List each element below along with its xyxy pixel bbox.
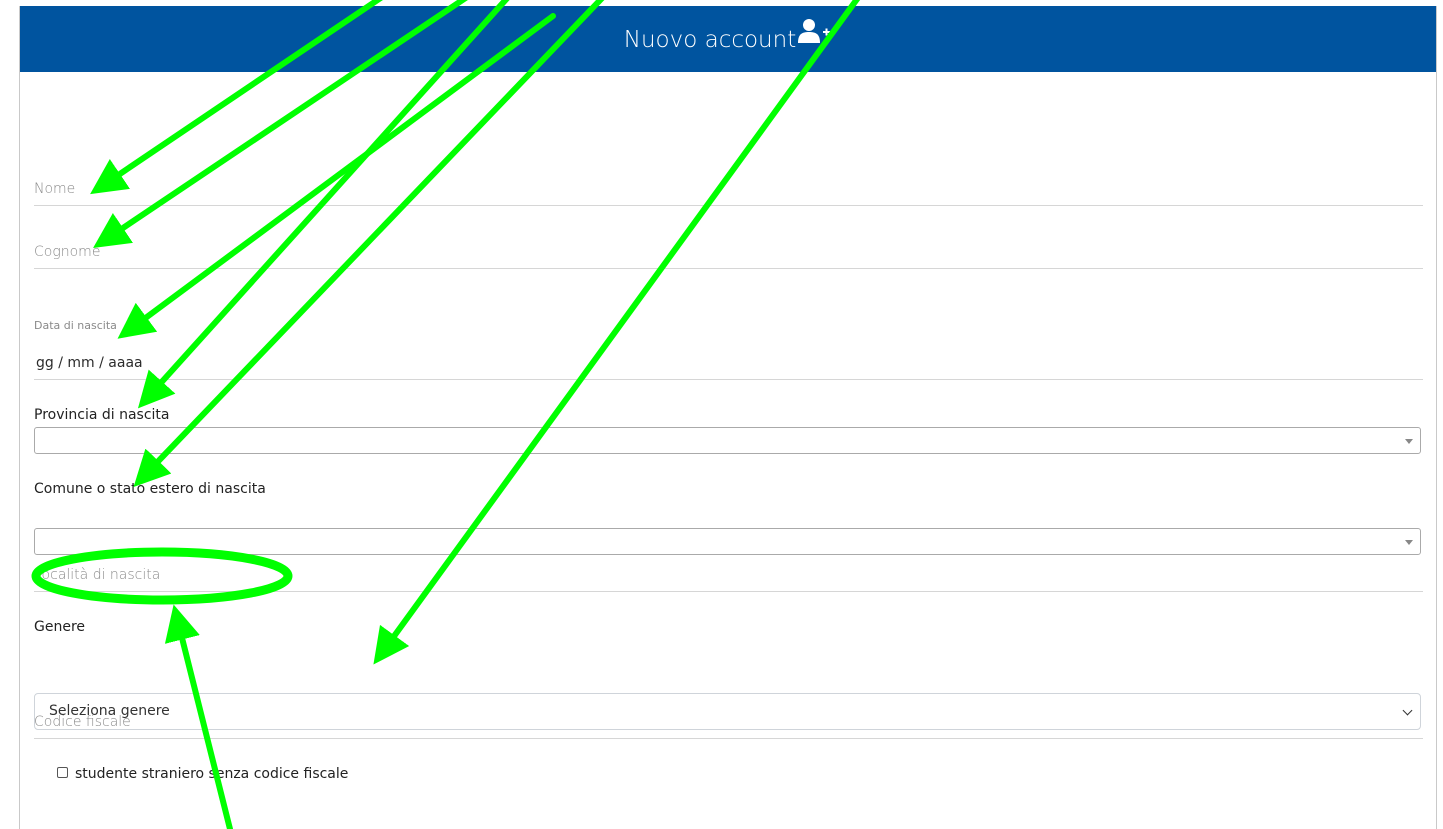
data-nascita-input[interactable]: gg / mm / aaaa bbox=[34, 355, 1423, 380]
genere-label: Genere bbox=[34, 619, 86, 635]
straniero-checkbox-row[interactable]: studente straniero senza codice fiscale bbox=[57, 766, 348, 782]
localita-field[interactable]: Località di nascita bbox=[34, 552, 1423, 592]
comune-label: Comune o stato estero di nascita bbox=[34, 481, 266, 497]
provincia-select[interactable] bbox=[34, 427, 1421, 454]
checkbox-label: studente straniero senza codice fiscale bbox=[75, 766, 349, 782]
codice-fiscale-placeholder: Codice fiscale bbox=[34, 714, 131, 730]
comune-select[interactable] bbox=[34, 528, 1421, 555]
nome-placeholder: Nome bbox=[34, 181, 76, 197]
data-nascita-label: Data di nascita bbox=[34, 319, 117, 332]
codice-fiscale-field[interactable]: Codice fiscale bbox=[34, 699, 1423, 739]
nome-field[interactable]: Nome bbox=[34, 166, 1423, 206]
checkbox[interactable] bbox=[57, 767, 68, 778]
form-header: Nuovo account bbox=[20, 6, 1436, 72]
user-plus-icon bbox=[798, 4, 832, 70]
localita-placeholder: Località di nascita bbox=[34, 567, 161, 583]
cognome-field[interactable]: Cognome bbox=[34, 229, 1423, 269]
cognome-placeholder: Cognome bbox=[34, 244, 101, 260]
data-nascita-value: gg / mm / aaaa bbox=[36, 355, 143, 371]
page-title: Nuovo account bbox=[623, 26, 797, 53]
dropdown-arrow-icon bbox=[1405, 439, 1413, 444]
dropdown-arrow-icon bbox=[1405, 540, 1413, 545]
provincia-label: Provincia di nascita bbox=[34, 407, 170, 423]
